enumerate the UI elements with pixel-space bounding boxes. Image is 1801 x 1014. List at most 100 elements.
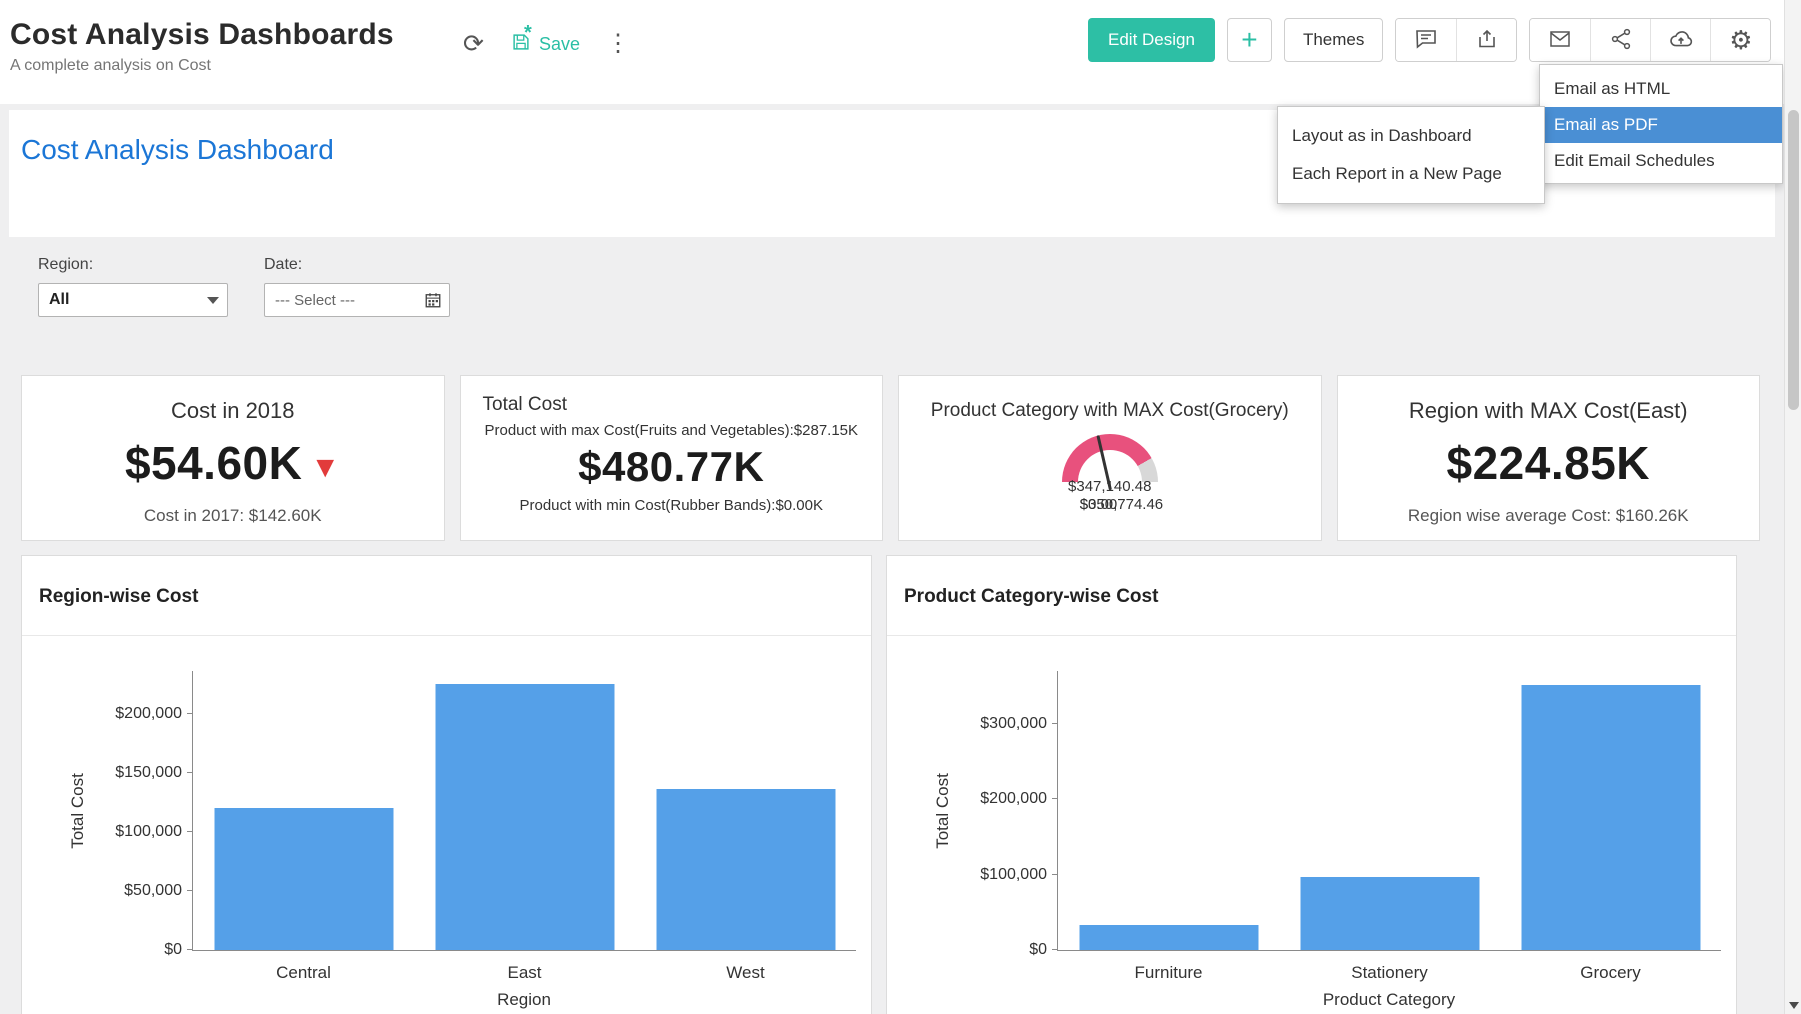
kpi-card-total-cost[interactable]: Total Cost Product with max Cost(Fruits … xyxy=(460,375,884,541)
kpi-card-row: Cost in 2018 $54.60K▼ Cost in 2017: $142… xyxy=(21,375,1760,541)
kpi-card-cost-2018[interactable]: Cost in 2018 $54.60K▼ Cost in 2017: $142… xyxy=(21,375,445,541)
kpi-title: Product Category with MAX Cost(Grocery) xyxy=(899,400,1321,422)
y-tick-mark xyxy=(1052,798,1058,799)
chart-title: Region-wise Cost xyxy=(22,556,871,636)
filter-bar: Region: All Date: --- Select --- xyxy=(38,256,450,317)
share-button[interactable] xyxy=(1590,19,1650,61)
y-tick-mark xyxy=(187,772,193,773)
y-tick-mark xyxy=(187,890,193,891)
x-tick-label: East xyxy=(507,963,541,983)
settings-button[interactable]: ⚙ xyxy=(1710,19,1770,61)
chart-body: Total Cost $0$50,000$100,000$150,000$200… xyxy=(22,638,871,1014)
y-tick-mark xyxy=(1052,874,1058,875)
x-axis-title: Region xyxy=(192,990,856,1010)
plot-area: $0$100,000$200,000$300,000FurnitureStati… xyxy=(1057,671,1721,951)
y-tick-label: $100,000 xyxy=(115,823,182,841)
export-button[interactable] xyxy=(1456,19,1516,61)
kpi-title: Total Cost xyxy=(483,394,883,416)
kpi-card-max-region[interactable]: Region with MAX Cost(East) $224.85K Regi… xyxy=(1337,375,1761,541)
bar-grocery[interactable] xyxy=(1521,685,1700,950)
menu-item-each-report-new-page[interactable]: Each Report in a New Page xyxy=(1278,155,1544,193)
email-button[interactable] xyxy=(1530,19,1590,61)
trend-down-icon: ▼ xyxy=(310,451,340,484)
add-button[interactable]: + xyxy=(1227,18,1272,62)
calendar-icon[interactable] xyxy=(417,291,449,309)
bar-central[interactable] xyxy=(214,808,393,950)
y-axis-title: Total Cost xyxy=(68,773,88,849)
date-input[interactable]: --- Select --- xyxy=(264,283,450,317)
kpi-card-max-category[interactable]: Product Category with MAX Cost(Grocery) … xyxy=(898,375,1322,541)
y-tick-mark xyxy=(1052,723,1058,724)
region-filter: Region: All xyxy=(38,256,228,317)
share-nodes-icon xyxy=(1609,27,1633,54)
bar-east[interactable] xyxy=(435,684,614,950)
save-label: Save xyxy=(539,34,580,55)
vertical-scrollbar[interactable] xyxy=(1784,0,1801,1014)
email-icon xyxy=(1548,27,1572,54)
date-filter-label: Date: xyxy=(264,256,450,274)
x-tick-label: Grocery xyxy=(1580,963,1640,983)
chevron-down-icon xyxy=(199,284,227,316)
bar-west[interactable] xyxy=(656,789,835,950)
title-block: Cost Analysis Dashboards A complete anal… xyxy=(10,18,394,75)
kpi-max-line: Product with max Cost(Fruits and Vegetab… xyxy=(461,422,883,439)
menu-item-layout-as-in-dashboard[interactable]: Layout as in Dashboard xyxy=(1278,117,1544,155)
y-tick-label: $50,000 xyxy=(124,882,182,900)
y-tick-label: $200,000 xyxy=(980,790,1047,808)
bar-stationery[interactable] xyxy=(1300,877,1479,950)
region-select[interactable]: All xyxy=(38,283,228,317)
kpi-value: $54.60K▼ xyxy=(22,436,444,490)
edit-design-button[interactable]: Edit Design xyxy=(1088,18,1215,62)
x-tick-label: West xyxy=(726,963,764,983)
menu-item-email-as-pdf[interactable]: Email as PDF xyxy=(1540,107,1782,143)
kpi-min-line: Product with min Cost(Rubber Bands):$0.0… xyxy=(461,497,883,514)
comment-export-group xyxy=(1395,18,1517,62)
arrow-down-icon xyxy=(1789,1002,1799,1009)
y-axis-title: Total Cost xyxy=(933,773,953,849)
themes-button[interactable]: Themes xyxy=(1284,18,1383,62)
chart-region-wise-cost: Region-wise Cost Total Cost $0 $50,000 $10… xyxy=(21,555,872,1014)
region-select-value: All xyxy=(39,291,199,309)
scrollbar-thumb[interactable] xyxy=(1788,110,1799,410)
share-settings-group: ⚙ xyxy=(1529,18,1771,62)
layout-submenu: Layout as in Dashboard Each Report in a … xyxy=(1277,106,1545,204)
toolbar-actions: Edit Design + Themes xyxy=(1088,18,1771,62)
gauge-minmax-labels: $0.00 $350,774.46 xyxy=(899,496,1321,516)
date-input-value: --- Select --- xyxy=(265,292,417,309)
page-title: Cost Analysis Dashboards xyxy=(10,18,394,52)
kpi-footer: Region wise average Cost: $160.26K xyxy=(1338,506,1760,526)
menu-item-edit-email-schedules[interactable]: Edit Email Schedules xyxy=(1540,143,1782,179)
chart-panel-row: Region-wise Cost Total Cost $0 $50,000 $10… xyxy=(21,555,1737,1014)
export-icon xyxy=(1475,27,1499,54)
save-button[interactable]: * Save xyxy=(510,31,580,58)
kpi-value: $224.85K xyxy=(1338,436,1760,490)
y-tick-label: $0 xyxy=(164,941,182,959)
kpi-footer: Cost in 2017: $142.60K xyxy=(22,506,444,526)
x-axis-title: Product Category xyxy=(1057,990,1721,1010)
y-tick-label: $200,000 xyxy=(115,705,182,723)
dashboard-content: Cost Analysis Dashboard Region: All Date… xyxy=(0,104,1784,1014)
comments-button[interactable] xyxy=(1396,19,1456,61)
app-window: Cost Analysis Dashboards A complete anal… xyxy=(0,0,1801,1014)
y-tick-mark xyxy=(187,949,193,950)
bar-furniture[interactable] xyxy=(1079,925,1258,950)
cloud-upload-icon xyxy=(1668,26,1694,55)
kpi-title: Cost in 2018 xyxy=(22,398,444,424)
unsaved-star-icon: * xyxy=(524,22,532,45)
gauge-arc xyxy=(1062,434,1158,482)
y-tick-mark xyxy=(187,831,193,832)
refresh-icon[interactable]: ⟳ xyxy=(463,32,484,57)
chart-product-category-wise-cost: Product Category-wise Cost Total Cost $0… xyxy=(886,555,1737,1014)
more-options-icon[interactable]: ⋮ xyxy=(606,32,630,56)
y-tick-label: $0 xyxy=(1029,941,1047,959)
x-tick-label: Stationery xyxy=(1351,963,1428,983)
publish-button[interactable] xyxy=(1650,19,1710,61)
menu-item-email-as-html[interactable]: Email as HTML xyxy=(1540,71,1782,107)
y-tick-label: $100,000 xyxy=(980,866,1047,884)
gauge-chart xyxy=(1062,434,1158,482)
gauge-max-label: $350,774.46 xyxy=(1080,496,1163,513)
x-tick-label: Furniture xyxy=(1134,963,1202,983)
scrollbar-down-button[interactable] xyxy=(1785,996,1801,1014)
kpi-value: $480.77K xyxy=(461,443,883,491)
kpi-title: Region with MAX Cost(East) xyxy=(1338,398,1760,424)
